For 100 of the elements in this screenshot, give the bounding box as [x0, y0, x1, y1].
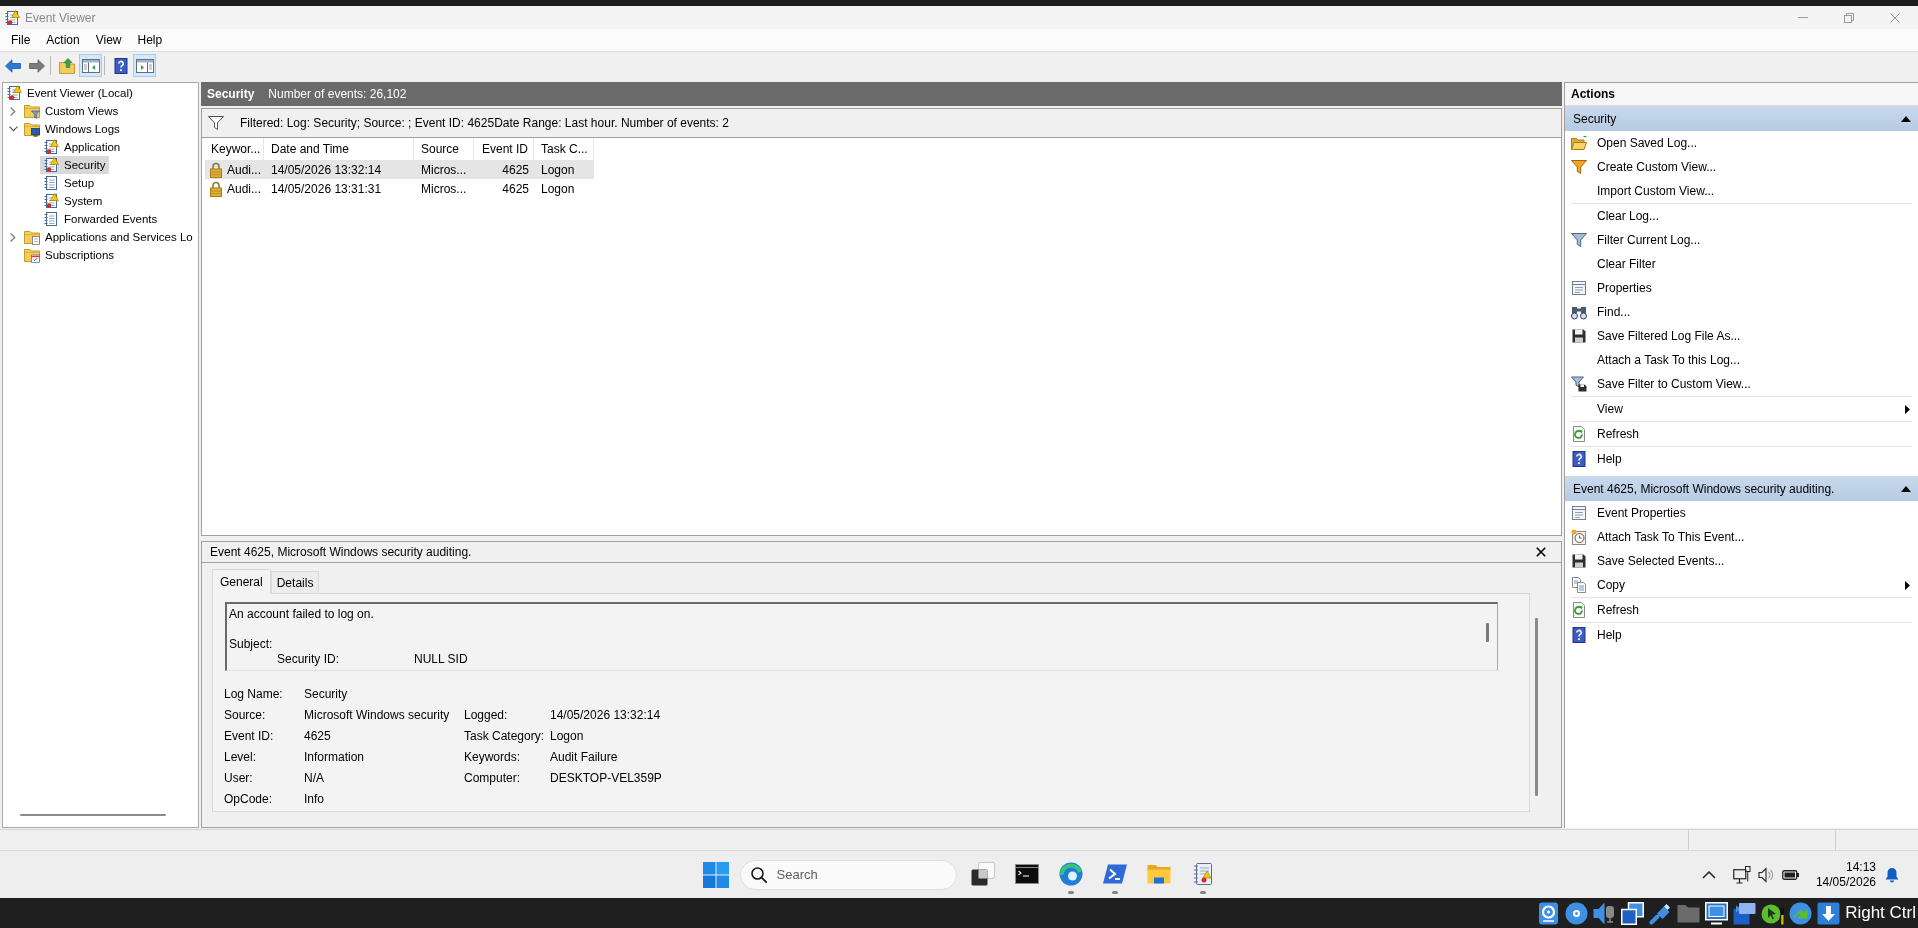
window-list-icon	[1571, 505, 1587, 521]
property-value: Information	[304, 749, 365, 764]
bell-icon[interactable]	[1885, 866, 1899, 883]
tree-item[interactable]: Forwarded Events	[40, 210, 161, 228]
tab[interactable]: General	[212, 569, 271, 594]
scrollbar-thumb[interactable]	[20, 814, 166, 816]
command-item[interactable]: Filter Current Log...	[1571, 228, 1912, 252]
filter-summary: Filtered: Log: Security; Source: ; Event ID: 4625Date Range: Last hour. Number of events: 2	[240, 116, 729, 130]
action-pane-button[interactable]	[133, 54, 156, 77]
speaker-mic-icon[interactable]	[1593, 901, 1617, 925]
close-icon[interactable]	[1536, 547, 1546, 557]
command-item[interactable]: Refresh	[1571, 597, 1912, 622]
detail-title: Event 4625, Microsoft Windows security auditing.	[210, 545, 472, 559]
menu-item[interactable]: Action	[38, 30, 88, 50]
property-label: Task Category:	[464, 728, 545, 743]
command-item[interactable]: Save Filter to Custom View...	[1571, 372, 1912, 396]
prompt-tile-icon[interactable]	[1102, 862, 1127, 886]
command-item[interactable]: Import Custom View...	[1571, 179, 1912, 203]
usb-plug-icon[interactable]	[1649, 901, 1673, 925]
network-icon[interactable]	[1732, 865, 1751, 884]
command-item[interactable]: Create Custom View...	[1571, 155, 1912, 179]
command-item[interactable]: Event Properties	[1571, 501, 1912, 525]
optical-disc-icon[interactable]	[1565, 901, 1589, 925]
chevron-down-icon[interactable]	[8, 126, 18, 132]
log-page-icon	[43, 175, 59, 191]
tree-item[interactable]: Subscriptions	[21, 246, 118, 264]
property-value: Audit Failure	[550, 749, 618, 764]
clock-date[interactable]: 14/05/2026	[1815, 874, 1876, 890]
tree-item[interactable]: Windows Logs	[21, 120, 123, 138]
property-label: Log Name:	[224, 686, 283, 701]
battery-icon[interactable]	[1781, 869, 1799, 880]
network-screens-icon[interactable]	[1621, 901, 1645, 925]
log-page-icon	[43, 211, 59, 227]
log-book-icon[interactable]	[1192, 862, 1213, 886]
tree-item[interactable]: System	[40, 192, 106, 210]
table-row[interactable]: Audi... 14/05/2026 13:32:14 Micros... 4625 Logon	[205, 160, 594, 179]
command-item[interactable]: Open Saved Log...	[1571, 131, 1912, 155]
command-item[interactable]: Attach Task To This Event...	[1571, 525, 1912, 549]
command-item[interactable]: Save Filtered Log File As...	[1571, 324, 1912, 348]
terminal-icon[interactable]	[1014, 862, 1039, 886]
table-row[interactable]: Audi... 14/05/2026 13:31:31 Micros... 4625 Logon	[205, 179, 594, 198]
funnel-icon	[1571, 159, 1587, 175]
help-icon	[1571, 451, 1587, 467]
folder-funnel-icon	[24, 103, 40, 119]
group-header[interactable]: Event 4625, Microsoft Windows security auditing.	[1565, 476, 1918, 501]
clock-time[interactable]: 14:13	[1845, 859, 1876, 875]
restore-icon[interactable]	[1844, 12, 1854, 23]
menu-item[interactable]: Help	[129, 30, 171, 50]
stacked-squares-icon[interactable]	[970, 862, 995, 886]
log-warning-icon	[43, 139, 59, 155]
command-item[interactable]: Copy	[1571, 573, 1912, 597]
swirl-circle-icon[interactable]	[1058, 862, 1083, 886]
command-item[interactable]: Help	[1571, 622, 1912, 647]
camera-screen-icon[interactable]	[1733, 901, 1757, 925]
command-item[interactable]: Clear Filter	[1571, 252, 1912, 276]
tree-item[interactable]: Custom Views	[21, 102, 122, 120]
search-field[interactable]: Search	[739, 859, 957, 890]
table-cell: 14/05/2026 13:32:14	[271, 162, 382, 177]
group-header[interactable]: Security	[1565, 106, 1918, 131]
event-count: Number of events: 26,102	[268, 87, 407, 101]
menu-item[interactable]: View	[87, 30, 130, 50]
chevron-up-icon[interactable]	[1701, 870, 1716, 879]
scrollbar-thumb[interactable]	[1535, 618, 1538, 796]
folder-page-icon	[24, 229, 40, 245]
tree-item[interactable]: Applications and Services Lo	[21, 228, 196, 246]
tree-item[interactable]: Event Viewer (Local)	[3, 84, 136, 102]
funnel-disk-icon	[1571, 376, 1587, 392]
property-value: N/A	[304, 770, 324, 785]
command-item[interactable]: Properties	[1571, 276, 1912, 300]
actions-title: Actions	[1565, 83, 1918, 106]
chevron-right-icon[interactable]	[10, 232, 16, 242]
monitor-icon[interactable]	[1705, 901, 1729, 925]
command-item[interactable]: Clear Log...	[1571, 203, 1912, 228]
start-icon[interactable]	[702, 861, 729, 888]
command-item[interactable]: Help	[1571, 446, 1912, 471]
command-item[interactable]: Attach a Task To this Log...	[1571, 348, 1912, 372]
property-value: 4625	[304, 728, 331, 743]
command-item[interactable]: View	[1571, 396, 1912, 421]
table-cell: Logon	[541, 181, 575, 196]
property-value: 14/05/2026 13:32:14	[550, 707, 661, 722]
tree-item[interactable]: Setup	[40, 174, 98, 192]
property-label: OpCode:	[224, 791, 273, 806]
padlock-icon	[210, 180, 222, 197]
menu-item[interactable]: File	[3, 30, 39, 50]
property-label: User:	[224, 770, 253, 785]
command-item[interactable]: Find...	[1571, 300, 1912, 324]
tree-item[interactable]: Application	[40, 138, 124, 156]
arrow-left-icon	[4, 58, 21, 73]
tab[interactable]: Details	[270, 571, 320, 593]
chevron-right-icon[interactable]	[10, 106, 16, 116]
command-item[interactable]: Save Selected Events...	[1571, 549, 1912, 573]
folder-icon[interactable]	[1146, 862, 1171, 886]
console-tree-button[interactable]	[79, 54, 102, 77]
tree-item[interactable]: Security	[40, 156, 109, 174]
volume-icon[interactable]	[1757, 866, 1775, 883]
property-label: Keywords:	[464, 749, 521, 764]
scrollbar-thumb[interactable]	[1486, 623, 1489, 642]
panel-right-icon	[135, 57, 154, 74]
command-item[interactable]: Refresh	[1571, 421, 1912, 446]
description-text: An account failed to log on.	[229, 607, 374, 622]
